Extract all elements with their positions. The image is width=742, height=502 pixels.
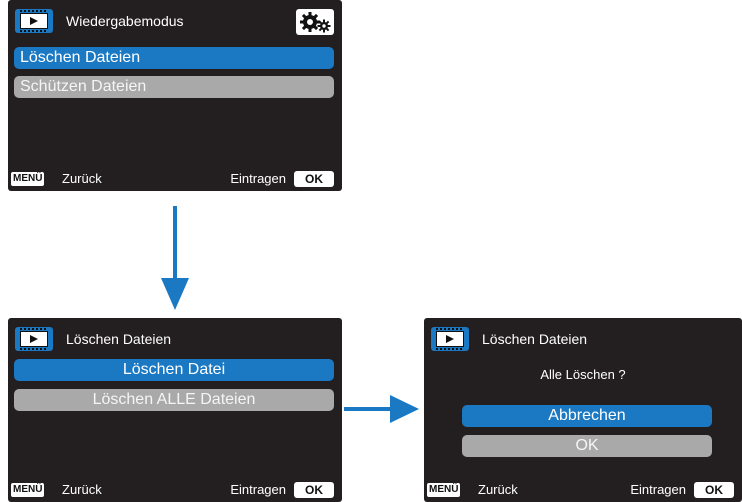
back-label: Zurück xyxy=(62,482,102,497)
screen-footer: MENÜ Zurück Eintragen OK xyxy=(8,165,342,191)
playback-mode-screen: Wiedergabemodus Löschen Dateien Schützen… xyxy=(8,0,342,191)
cancel-button[interactable]: Abbrechen xyxy=(462,405,712,427)
playback-icon xyxy=(431,327,469,351)
screen-header: Löschen Dateien xyxy=(8,318,342,360)
arrow-down-icon xyxy=(161,206,189,310)
menu-button[interactable]: MENÜ xyxy=(427,483,461,497)
arrow-right-icon xyxy=(344,395,419,423)
page-title: Wiedergabemodus xyxy=(66,13,184,29)
back-label: Zurück xyxy=(478,482,518,497)
delete-all-confirm-screen: Löschen Dateien Alle Löschen ? Abbrechen… xyxy=(424,318,742,502)
menu-item-delete-all-files[interactable]: Löschen ALLE Dateien xyxy=(14,389,334,411)
ok-button[interactable]: OK xyxy=(294,482,334,498)
confirm-ok-button[interactable]: OK xyxy=(462,435,712,457)
gears-icon[interactable] xyxy=(296,9,334,35)
menu-item-delete-file[interactable]: Löschen Datei xyxy=(14,359,334,381)
page-title: Löschen Dateien xyxy=(66,331,172,347)
menu-button[interactable]: MENÜ xyxy=(11,483,45,497)
screen-header: Wiedergabemodus xyxy=(8,0,342,42)
ok-button[interactable]: OK xyxy=(694,482,734,498)
menu-item-protect-files[interactable]: Schützen Dateien xyxy=(14,76,334,98)
playback-icon xyxy=(15,327,53,351)
menu-button[interactable]: MENÜ xyxy=(11,172,45,186)
enter-label: Eintragen xyxy=(230,482,286,497)
back-label: Zurück xyxy=(62,171,102,186)
ok-button[interactable]: OK xyxy=(294,171,334,187)
enter-label: Eintragen xyxy=(630,482,686,497)
enter-label: Eintragen xyxy=(230,171,286,186)
screen-header: Löschen Dateien xyxy=(424,318,742,360)
screen-footer: MENÜ Zurück Eintragen OK xyxy=(424,476,742,502)
page-title: Löschen Dateien xyxy=(482,331,588,347)
menu-item-delete-files[interactable]: Löschen Dateien xyxy=(14,47,334,69)
playback-icon xyxy=(15,9,53,33)
confirm-prompt: Alle Löschen ? xyxy=(540,367,626,382)
screen-footer: MENÜ Zurück Eintragen OK xyxy=(8,476,342,502)
delete-files-screen: Löschen Dateien Löschen Datei Löschen AL… xyxy=(8,318,342,502)
